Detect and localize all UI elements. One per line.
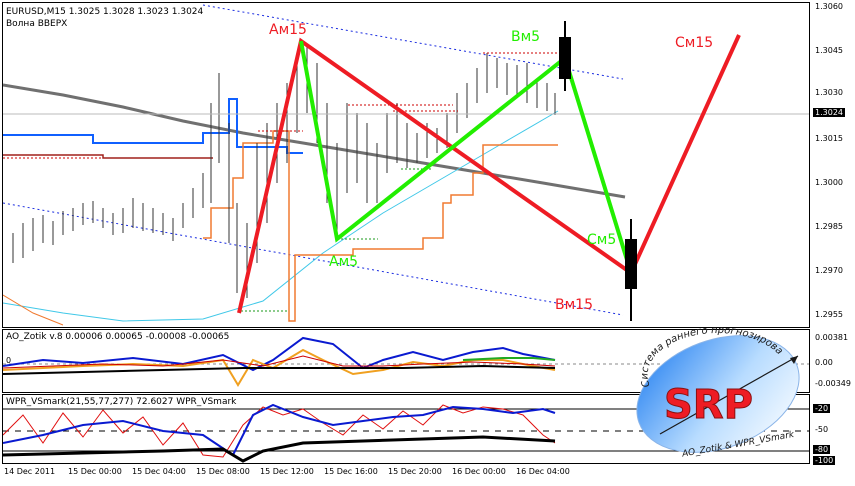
wpr-title: WPR_VSmark(21,55,77,277) 72.6027 WPR_VSm…: [6, 397, 237, 407]
blue-step-line: [3, 98, 303, 154]
srp-logo-svg: Система раннего прогнозирования SRP AO_Z…: [627, 318, 800, 460]
price-tick: 1.2985: [815, 222, 843, 231]
current-price-label: 1.3024: [813, 108, 845, 117]
wpr-tick: -20: [813, 404, 831, 413]
time-tick: 15 Dec 20:00: [388, 467, 442, 476]
price-axis: 1.3060 1.3045 1.3030 1.3024 1.3015 1.300…: [811, 2, 855, 326]
wpr-tick: -100: [813, 456, 836, 465]
price-tick: 1.3030: [815, 88, 843, 97]
wave-label-cm15: См15: [675, 35, 713, 51]
ao-zero-label: 0: [6, 356, 11, 365]
indicator-label: Волна ВВЕРХ: [6, 19, 68, 29]
wave-label-am5: Ам5: [329, 254, 358, 270]
price-tick: 1.2955: [815, 310, 843, 319]
red-wave-am15: [237, 34, 741, 314]
cyan-moving-average: [3, 110, 559, 322]
price-tick: 1.3045: [815, 46, 843, 55]
ao-tick: 0.00: [815, 358, 833, 367]
channel-lower-line: [3, 202, 624, 316]
time-tick: 15 Dec 00:00: [68, 467, 122, 476]
metatrader-chart-window: Ам15 Вм5 См15 Ам5 См5 Вм15 EURUSD,M15 1.…: [0, 0, 855, 486]
wave-label-vm5: Вм5: [511, 29, 540, 45]
ao-tick: 0.00381: [815, 333, 849, 342]
time-tick: 15 Dec 12:00: [260, 467, 314, 476]
wave-label-vm15: Вм15: [555, 297, 593, 313]
price-tick: 1.2970: [815, 266, 843, 275]
wave-label-cm5: См5: [587, 232, 616, 248]
orange-curve: [3, 294, 64, 326]
wpr-black-line: [3, 435, 556, 463]
price-tick: 1.3015: [815, 134, 843, 143]
price-chart-pane[interactable]: Ам15 Вм5 См15 Ам5 См5 Вм15 EURUSD,M15 1.…: [2, 2, 810, 328]
ao-green-line: [462, 357, 556, 361]
time-tick: 14 Dec 2011: [4, 467, 56, 476]
wave-label-am15: Ам15: [269, 22, 307, 38]
orange-step-line: [203, 130, 558, 322]
time-tick: 15 Dec 16:00: [324, 467, 378, 476]
candle-2: [625, 219, 637, 321]
srp-logo: Система раннего прогнозирования SRP AO_Z…: [627, 318, 810, 462]
logo-letters: SRP: [664, 382, 753, 428]
price-tick: 1.3060: [815, 2, 843, 11]
time-tick: 15 Dec 08:00: [196, 467, 250, 476]
symbol-info: EURUSD,M15 1.3025 1.3028 1.3023 1.3024: [6, 7, 204, 17]
ao-title: AO_Zotik v.8 0.00006 0.00065 -0.00008 -0…: [6, 332, 230, 342]
ao-axis: 0.00381 0.00 -0.00349: [811, 329, 855, 391]
price-chart-svg: Ам15 Вм5 См15 Ам5 См5 Вм15: [3, 4, 809, 326]
time-tick: 16 Dec 04:00: [516, 467, 570, 476]
time-tick: 16 Dec 00:00: [452, 467, 506, 476]
price-tick: 1.3000: [815, 178, 843, 187]
ao-black-line: [3, 364, 556, 375]
candle-1: [559, 21, 571, 91]
wpr-axis: -20 -50 -80 -100: [811, 394, 855, 465]
darkred-step-line: [3, 154, 213, 159]
wpr-tick: -80: [813, 445, 831, 454]
time-tick: 15 Dec 04:00: [132, 467, 186, 476]
ao-tick: -0.00349: [815, 379, 851, 388]
wpr-tick: -50: [815, 425, 829, 434]
time-axis: 14 Dec 2011 15 Dec 00:00 15 Dec 04:00 15…: [2, 463, 808, 483]
